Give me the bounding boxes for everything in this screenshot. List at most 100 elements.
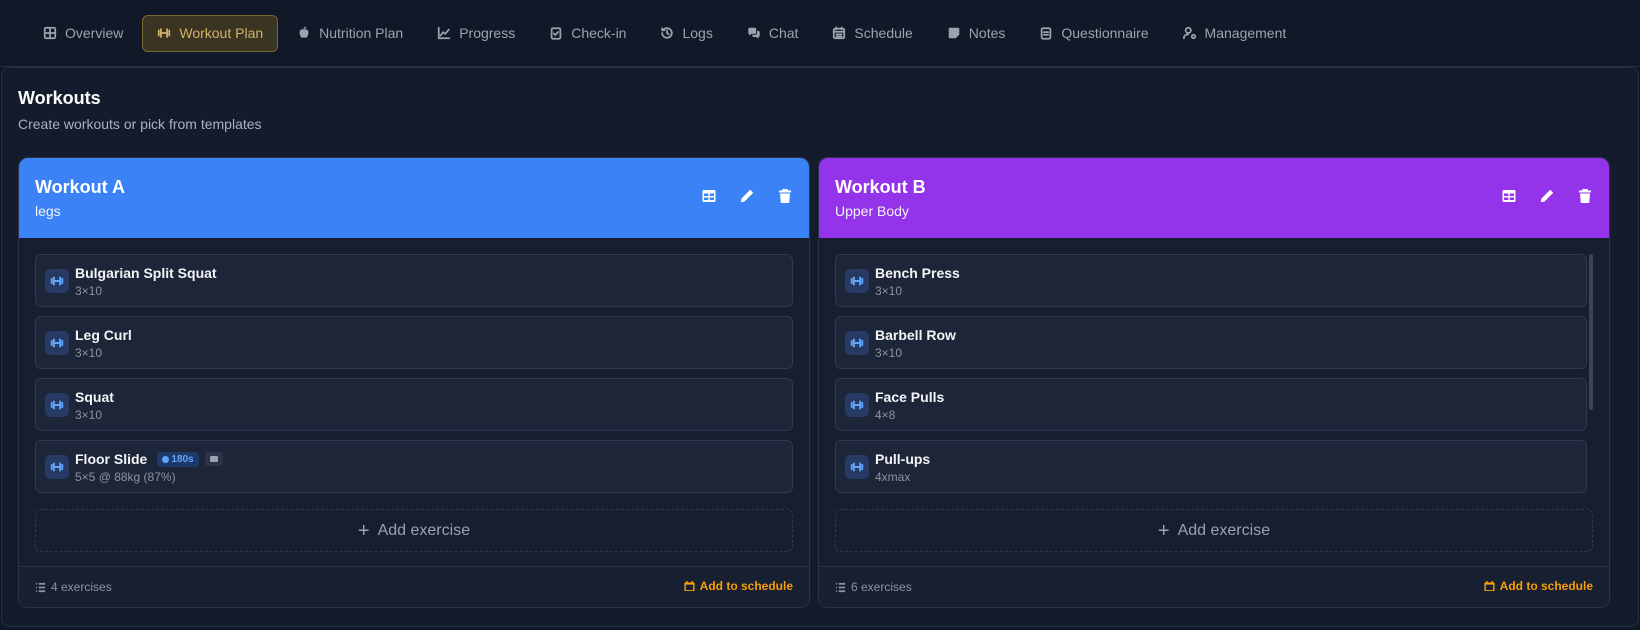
workout-title: Workout B [835,177,926,197]
exercise-item[interactable]: Leg Curl 3×10 [35,316,793,369]
tab-label: Check-in [571,25,627,41]
user-gear-icon [1182,26,1196,40]
exercise-detail: 3×10 [875,284,903,298]
dumbbell-icon [45,331,69,355]
exercise-name: Barbell Row [875,327,956,343]
tab-label: Notes [968,25,1006,41]
exercise-name: Squat [75,389,114,405]
tab-label: Workout Plan [179,25,264,41]
exercise-item[interactable]: Floor Slide 180s 5×5 @ 88kg (87%) [35,440,793,493]
tab-schedule[interactable]: Schedule [817,15,927,52]
delete-workout-button[interactable] [775,186,795,206]
tab-management[interactable]: Management [1168,15,1302,52]
tab-nutrition-plan[interactable]: Nutrition Plan [282,15,418,52]
exercise-detail: 3×10 [75,284,103,298]
list-icon [835,582,846,592]
exercise-name: Pull-ups [875,451,931,467]
calendar-plus-icon [1484,580,1495,592]
tab-label: Nutrition Plan [319,25,404,41]
tab-label: Questionnaire [1061,25,1149,41]
workout-card-header: Workout B Upper Body [819,158,1609,238]
tab-questionnaire[interactable]: Questionnaire [1024,15,1163,52]
dumbbell-icon [845,393,869,417]
exercise-name: Face Pulls [875,389,945,405]
exercise-item[interactable]: Barbell Row 3×10 [835,316,1587,369]
dumbbell-icon [845,455,869,479]
chart-line-icon [438,26,451,40]
clipboard-check-icon [550,27,562,40]
page-subtitle: Create workouts or pick from templates [18,116,262,132]
exercise-item[interactable]: Pull-ups 4xmax [835,440,1587,493]
workout-card-header: Workout A legs [19,158,809,238]
exercise-count-label: 4 exercises [51,580,112,594]
page-title: Workouts [18,88,101,108]
exercise-name: Floor Slide [75,451,148,467]
pencil-icon [740,189,754,203]
exercise-detail: 5×5 @ 88kg (87%) [75,470,176,484]
rest-time-badge: 180s [157,451,199,467]
grid-icon [43,26,57,40]
add-exercise-button[interactable]: + Add exercise [835,509,1593,552]
tab-chat[interactable]: Chat [732,15,814,52]
list-icon [35,582,46,592]
note-badge [204,452,223,466]
workout-card-a: Workout A legs Bulgarian Split Squat 3×1… [18,157,810,608]
add-to-schedule-label: Add to schedule [699,579,793,593]
table-view-button[interactable] [1499,186,1519,206]
tab-notes[interactable]: Notes [932,15,1021,52]
edit-workout-button[interactable] [1537,186,1557,206]
tab-progress[interactable]: Progress [422,15,530,52]
workouts-panel: Workouts Create workouts or pick from te… [1,67,1639,627]
tab-check-in[interactable]: Check-in [534,15,641,52]
chat-icon [748,27,760,39]
exercise-count: 4 exercises [35,580,112,594]
apple-icon [299,26,309,38]
tab-label: Overview [65,25,124,41]
workout-subtitle: legs [35,203,61,219]
add-to-schedule-button[interactable]: Add to schedule [1484,579,1593,593]
trash-icon [1579,189,1591,203]
exercise-item[interactable]: Bench Press 3×10 [835,254,1587,307]
clipboard-icon [1041,27,1052,40]
edit-workout-button[interactable] [737,186,757,206]
tab-overview[interactable]: Overview [28,15,138,52]
exercise-name: Leg Curl [75,327,132,343]
exercise-detail: 3×10 [875,346,903,360]
tab-label: Progress [459,25,516,41]
exercise-detail: 3×10 [75,408,103,422]
table-view-button[interactable] [699,186,719,206]
pencil-icon [1540,189,1554,203]
tab-label: Schedule [854,25,913,41]
add-exercise-button[interactable]: + Add exercise [35,509,793,552]
tab-label: Management [1204,25,1287,41]
history-icon [661,27,674,39]
exercise-detail: 4xmax [875,470,911,484]
dumbbell-icon [845,269,869,293]
tab-bar: Overview Workout Plan Nutrition Plan Pro… [0,0,1640,67]
plus-icon: + [1157,519,1170,542]
plus-icon: + [357,519,370,542]
exercise-name: Bulgarian Split Squat [75,265,217,281]
exercise-name: Bench Press [875,265,960,281]
add-exercise-label: Add exercise [377,521,471,539]
tab-logs[interactable]: Logs [645,15,727,52]
exercise-detail: 3×10 [75,346,103,360]
exercise-item[interactable]: Squat 3×10 [35,378,793,431]
exercise-count: 6 exercises [835,580,912,594]
workout-card-footer: 6 exercises Add to schedule [819,566,1609,607]
dumbbell-icon [45,455,69,479]
workout-subtitle: Upper Body [835,203,909,219]
add-to-schedule-label: Add to schedule [1499,579,1593,593]
table-icon [702,190,716,202]
add-to-schedule-button[interactable]: Add to schedule [684,579,793,593]
exercise-item[interactable]: Bulgarian Split Squat 3×10 [35,254,793,307]
exercise-item[interactable]: Face Pulls 4×8 [835,378,1587,431]
dumbbell-icon [158,28,171,38]
note-icon [948,27,960,39]
tab-workout-plan[interactable]: Workout Plan [142,14,279,52]
delete-workout-button[interactable] [1575,186,1595,206]
exercise-list-scrollbar[interactable] [1589,254,1593,410]
table-icon [1502,190,1516,202]
exercise-list: Bulgarian Split Squat 3×10 Leg Curl 3×10… [35,254,793,502]
workout-title: Workout A [35,177,125,197]
